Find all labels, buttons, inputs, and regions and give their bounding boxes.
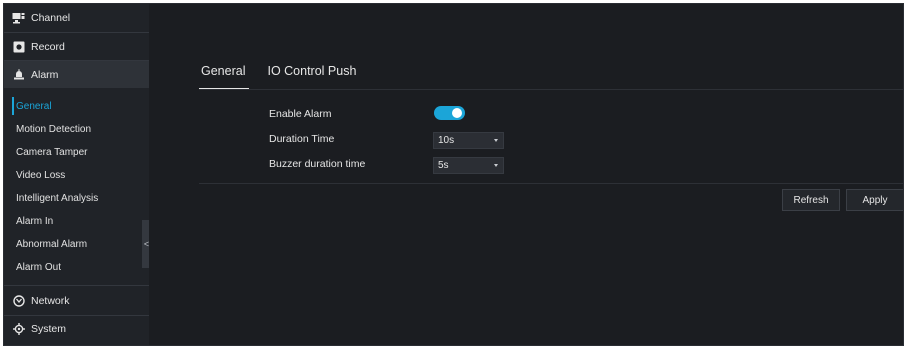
enable-alarm-label: Enable Alarm: [269, 108, 332, 120]
sidebar-subitem-intelligent-analysis[interactable]: Intelligent Analysis: [4, 187, 149, 209]
sidebar: Channel Record Alarm General Motion Dete…: [4, 4, 151, 345]
sidebar-subitem-label: Alarm In: [16, 215, 54, 227]
sidebar-subitem-alarm-in[interactable]: Alarm In: [4, 210, 149, 232]
sidebar-item-label: System: [31, 322, 67, 335]
sidebar-subitem-label: Motion Detection: [16, 123, 92, 135]
record-icon: [12, 40, 25, 53]
sidebar-item-network[interactable]: Network: [4, 287, 149, 314]
divider: [4, 285, 149, 286]
refresh-button[interactable]: Refresh: [782, 189, 840, 211]
buzzer-duration-select[interactable]: 5s: [433, 157, 504, 174]
sidebar-item-system[interactable]: System: [4, 315, 149, 342]
sidebar-item-label: Record: [31, 40, 65, 53]
enable-alarm-toggle[interactable]: [434, 106, 465, 120]
sidebar-item-alarm[interactable]: Alarm: [4, 61, 149, 88]
sidebar-subitem-abnormal-alarm[interactable]: Abnormal Alarm: [4, 233, 149, 255]
sidebar-item-label: Network: [31, 294, 70, 307]
sidebar-subitem-general[interactable]: General: [4, 95, 149, 117]
divider: [199, 89, 903, 90]
sidebar-subitem-label: General: [16, 100, 52, 112]
main-panel: General IO Control Push Enable Alarm Dur…: [149, 4, 903, 345]
sidebar-subitem-video-loss[interactable]: Video Loss: [4, 164, 149, 186]
duration-time-value: 10s: [438, 135, 455, 146]
buzzer-duration-value: 5s: [438, 160, 449, 171]
tab-io-control-push[interactable]: IO Control Push: [265, 64, 358, 90]
network-icon: [12, 294, 25, 307]
toggle-knob: [452, 108, 462, 118]
divider: [199, 183, 903, 184]
alarm-icon: [12, 68, 25, 81]
sidebar-subitem-label: Alarm Out: [16, 261, 62, 273]
sidebar-subitem-label: Video Loss: [16, 169, 66, 181]
sidebar-subitem-camera-tamper[interactable]: Camera Tamper: [4, 141, 149, 163]
tab-label: IO Control Push: [267, 64, 357, 78]
channel-icon: [12, 11, 25, 24]
sidebar-subitem-label: Abnormal Alarm: [16, 238, 88, 250]
app-window: Channel Record Alarm General Motion Dete…: [3, 3, 904, 346]
buzzer-duration-label: Buzzer duration time: [269, 158, 366, 170]
chevron-down-icon: [494, 164, 498, 167]
apply-button-label: Apply: [862, 194, 888, 206]
apply-button[interactable]: Apply: [846, 189, 903, 211]
sidebar-subitem-motion-detection[interactable]: Motion Detection: [4, 118, 149, 140]
duration-time-label: Duration Time: [269, 133, 335, 145]
system-icon: [12, 322, 25, 335]
tab-bar: General IO Control Push: [199, 64, 374, 90]
tab-general[interactable]: General: [199, 64, 250, 90]
sidebar-item-channel[interactable]: Channel: [4, 4, 149, 31]
sidebar-item-record[interactable]: Record: [4, 33, 149, 60]
sidebar-item-label: Alarm: [31, 68, 59, 81]
sidebar-subitem-label: Intelligent Analysis: [16, 192, 99, 204]
chevron-down-icon: [494, 139, 498, 142]
sidebar-subitem-alarm-out[interactable]: Alarm Out: [4, 256, 149, 278]
tab-label: General: [201, 64, 246, 78]
duration-time-select[interactable]: 10s: [433, 132, 504, 149]
sidebar-subitem-label: Camera Tamper: [16, 146, 88, 158]
sidebar-item-label: Channel: [31, 11, 71, 24]
refresh-button-label: Refresh: [793, 194, 829, 206]
